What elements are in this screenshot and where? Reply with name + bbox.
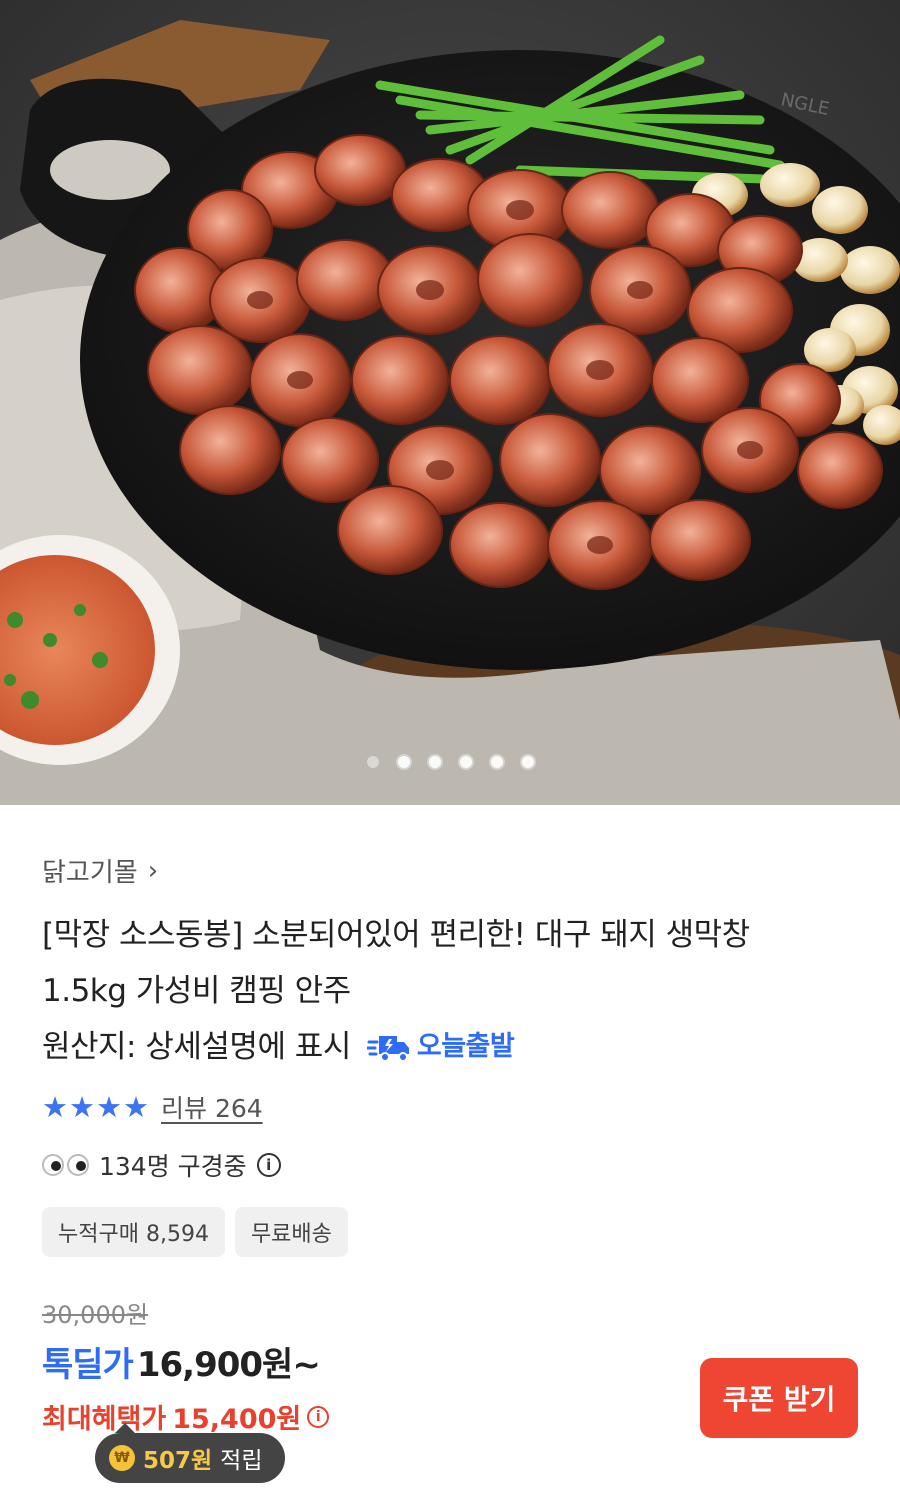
star-icon: ★ (42, 1089, 68, 1124)
max-benefit-row: 최대혜택가 15,400원 i (42, 1397, 330, 1436)
origin-text: 원산지: 상세설명에 표시 (42, 1029, 351, 1065)
info-icon[interactable]: i (256, 1153, 281, 1177)
original-price: 30,000원 (42, 1301, 149, 1329)
max-benefit-label: 최대혜택가 (42, 1404, 167, 1435)
star-icon: ★ (69, 1089, 95, 1124)
origin-row: 원산지: 상세설명에 표시 오늘출발 (42, 1019, 862, 1075)
cumulative-purchase-chip: 누적구매 8,594 (42, 1207, 225, 1257)
title-line-2: 1.5kg 가성비 캠핑 안주 (42, 973, 351, 1009)
product-title: [막장 소스동봉] 소분되어있어 편리한! 대구 돼지 생막창 1.5kg 가성… (42, 907, 862, 1075)
free-shipping-chip: 무료배송 (234, 1207, 348, 1257)
today-shipping-badge: 오늘출발 (366, 1019, 515, 1075)
carousel-dot[interactable] (426, 754, 443, 770)
product-chips: 누적구매 8,594 무료배송 (42, 1207, 348, 1257)
carousel-indicator[interactable] (0, 754, 900, 770)
truck-icon (366, 1032, 411, 1062)
rating-stars: ★ ★ ★ ★ (42, 1089, 149, 1124)
star-icon: ★ (123, 1089, 149, 1124)
product-photo: NGLE (0, 0, 900, 805)
carousel-dot[interactable] (519, 754, 536, 770)
points-amount: 507원 (143, 1448, 213, 1474)
coin-icon: ₩ (109, 1445, 135, 1471)
max-benefit-price: 15,400원 (172, 1404, 302, 1435)
star-icon: ★ (96, 1089, 122, 1124)
carousel-dot[interactable] (395, 754, 412, 770)
chevron-right-icon: › (147, 855, 159, 886)
store-link[interactable]: 닭고기몰 › (42, 852, 158, 889)
title-line-1: [막장 소스동봉] 소분되어있어 편리한! 대구 돼지 생막창 (42, 917, 750, 953)
points-tooltip: ₩ 507원 적립 (95, 1423, 285, 1483)
viewers-row: 134명 구경중 i (42, 1147, 281, 1183)
info-icon[interactable]: i (307, 1405, 330, 1428)
today-shipping-label: 오늘출발 (416, 1031, 515, 1062)
eyes-icon (42, 1154, 89, 1176)
viewers-count: 134명 구경중 (99, 1152, 247, 1181)
carousel-dot[interactable] (488, 754, 505, 770)
review-count-link[interactable]: 리뷰 264 (161, 1089, 263, 1125)
carousel-dot[interactable] (364, 754, 381, 770)
store-name: 닭고기몰 (42, 858, 138, 888)
carousel-dot[interactable] (457, 754, 474, 770)
deal-price: 16,900원~ (136, 1345, 321, 1385)
points-suffix: 적립 (220, 1448, 263, 1474)
deal-price-row: 톡딜가 16,900원~ (42, 1337, 321, 1386)
get-coupon-button[interactable]: 쿠폰 받기 (700, 1358, 858, 1438)
deal-label: 톡딜가 (42, 1345, 134, 1385)
product-image-carousel[interactable]: NGLE (0, 0, 900, 805)
rating-row[interactable]: ★ ★ ★ ★ 리뷰 264 (42, 1089, 263, 1125)
